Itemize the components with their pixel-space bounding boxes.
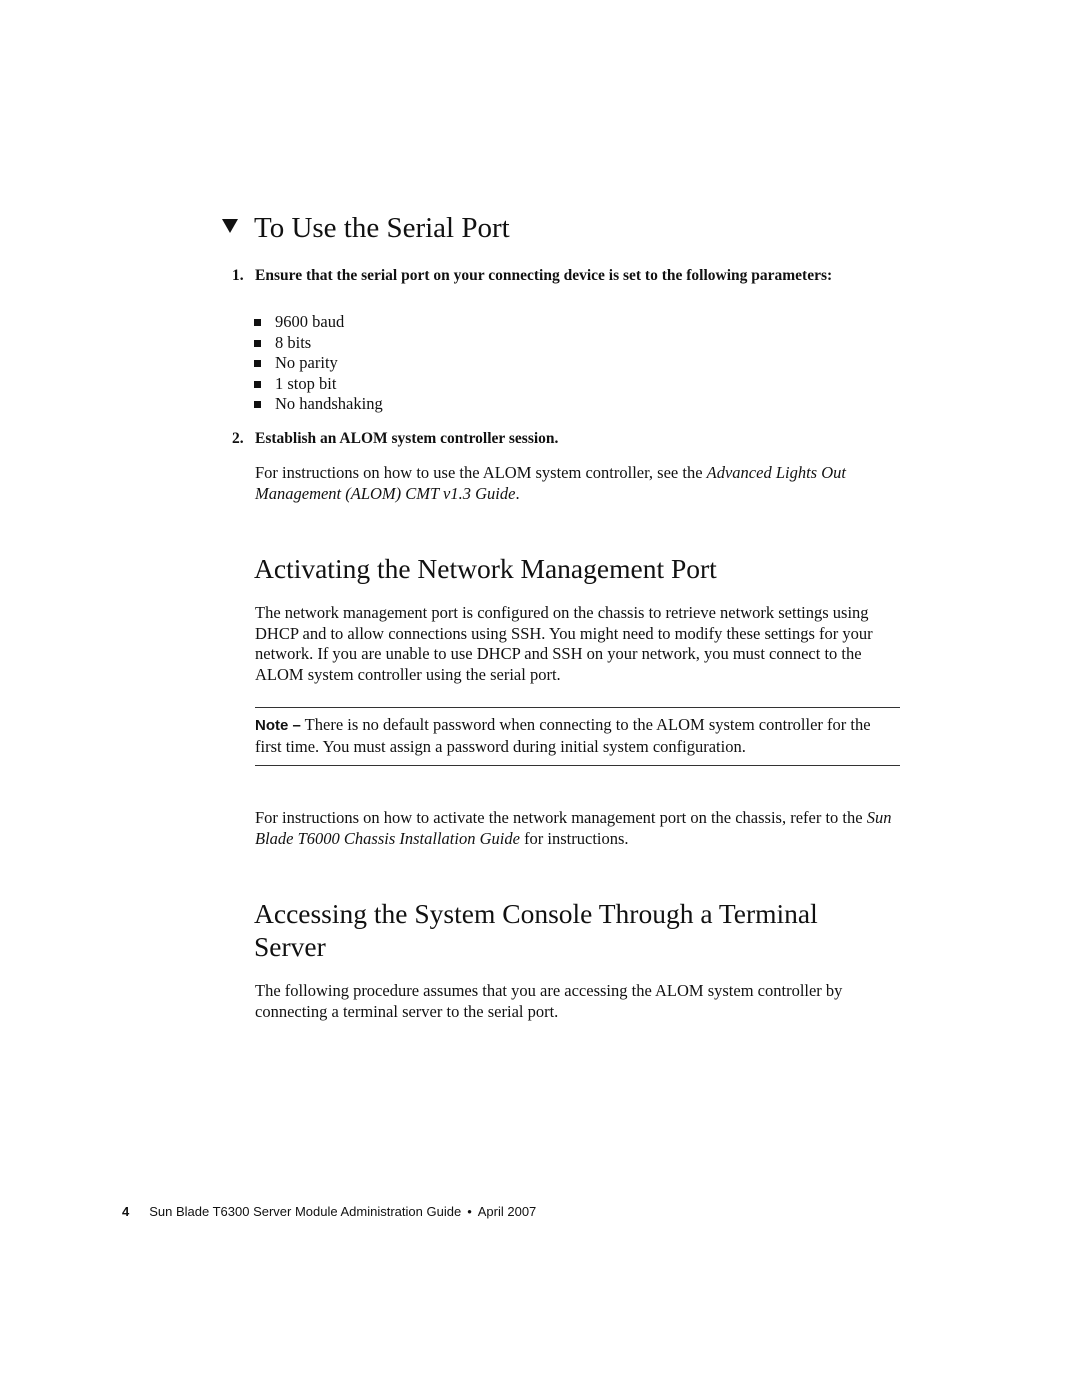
bullet-square-icon <box>254 360 261 367</box>
bullet-square-icon <box>254 319 261 326</box>
note-text: There is no default password when connec… <box>255 715 871 756</box>
step-number: 1. <box>232 267 244 284</box>
triangle-down-icon <box>222 219 238 233</box>
procedure-title: To Use the Serial Port <box>254 212 510 244</box>
page-footer: 4 Sun Blade T6300 Server Module Administr… <box>122 1204 536 1219</box>
list-item: 8 bits <box>254 333 383 354</box>
network-paragraph: The network management port is configure… <box>255 603 873 684</box>
note-label: Note – <box>255 717 301 734</box>
step-1: 1. Ensure that the serial port on your c… <box>232 265 895 286</box>
page-number: 4 <box>122 1204 130 1219</box>
step-2-body: For instructions on how to use the ALOM … <box>255 463 846 503</box>
step-text: Establish an ALOM system controller sess… <box>255 430 559 447</box>
footer-date: April 2007 <box>477 1204 537 1219</box>
step-2: 2. Establish an ALOM system controller s… <box>232 428 895 449</box>
list-item: No handshaking <box>254 394 383 415</box>
step-number: 2. <box>232 430 244 447</box>
list-item: 1 stop bit <box>254 374 383 395</box>
bullet-square-icon <box>254 339 261 347</box>
procedure-heading: To Use the Serial Port <box>222 212 510 245</box>
serial-parameters-list: 9600 baud 8 bits No parity 1 stop bit No… <box>254 312 383 415</box>
footer-doc-title: Sun Blade T6300 Server Module Administra… <box>149 1204 462 1219</box>
section-heading-console: Accessing the System Console Through a T… <box>254 898 818 962</box>
bullet-square-icon <box>254 401 261 408</box>
section-heading-network: Activating the Network Management Port <box>254 553 717 584</box>
bullet-square-icon <box>254 380 261 388</box>
activate-paragraph: For instructions on how to activate the … <box>255 808 892 848</box>
list-item: No parity <box>254 353 383 374</box>
step-text: Ensure that the serial port on your conn… <box>255 267 833 284</box>
footer-separator: • <box>467 1204 472 1219</box>
list-item: 9600 baud <box>254 312 383 333</box>
note-box: Note – There is no default password when… <box>255 707 900 766</box>
console-paragraph: The following procedure assumes that you… <box>255 981 843 1021</box>
